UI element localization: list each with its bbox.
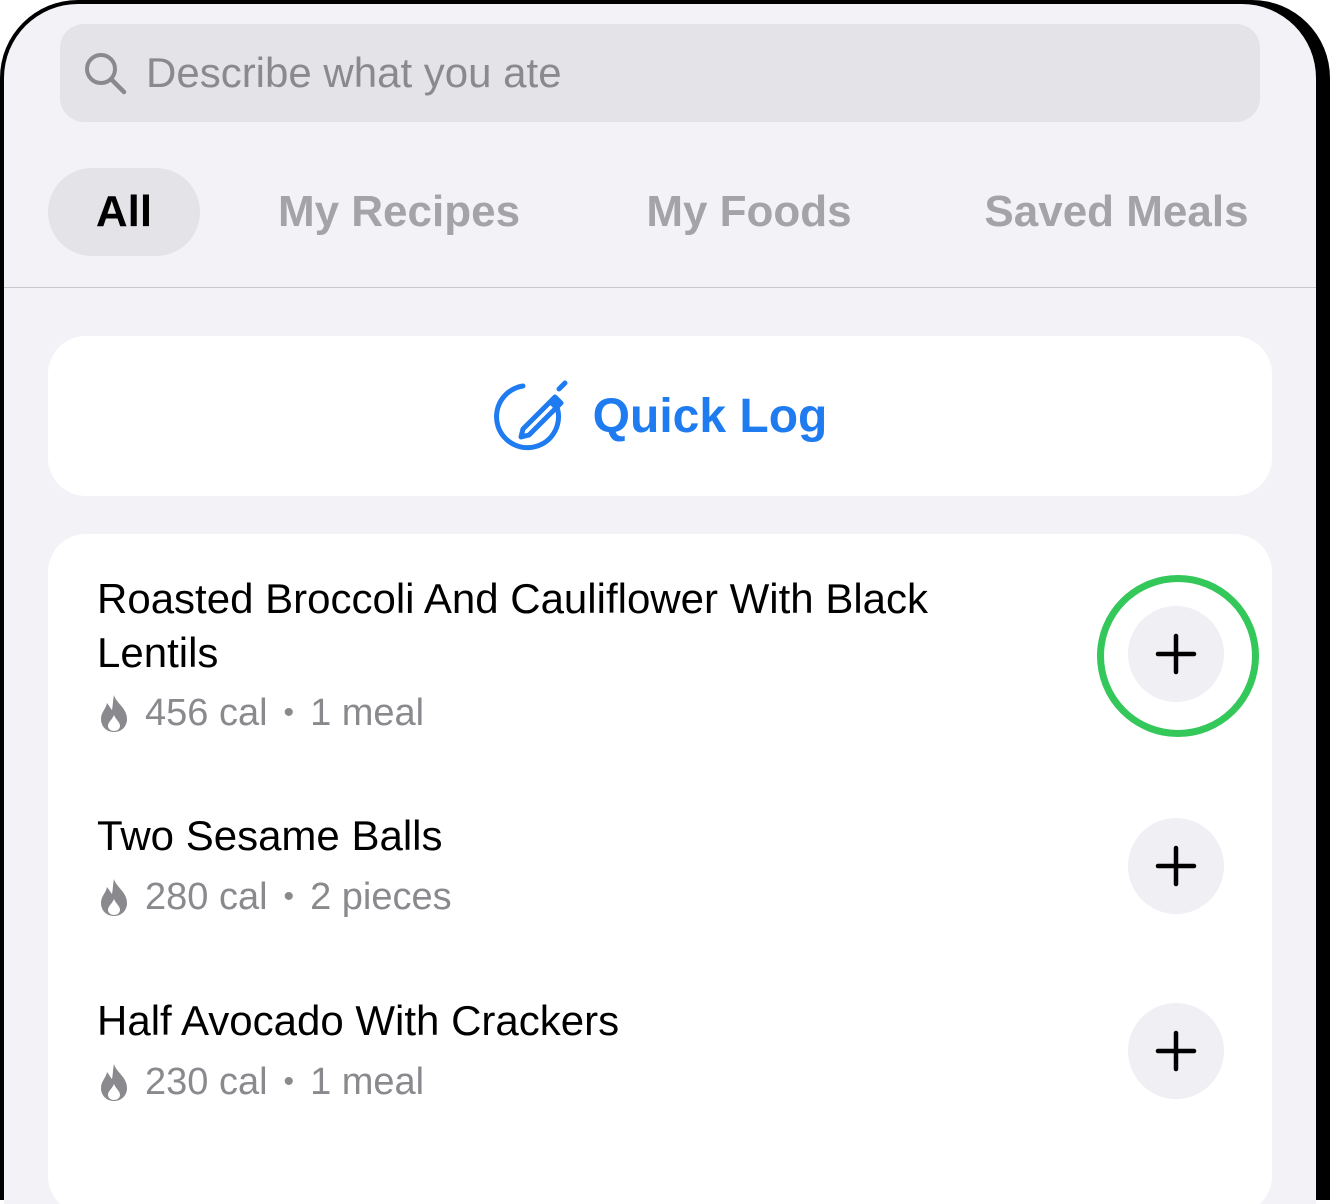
tabs-divider bbox=[4, 287, 1316, 288]
calories-value: 456 cal bbox=[145, 691, 268, 734]
food-list: Roasted Broccoli And Cauliflower With Bl… bbox=[48, 534, 1272, 1204]
food-meta: 456 cal • 1 meal bbox=[97, 688, 424, 738]
device-frame: All My Recipes My Foods Saved Meals Quic… bbox=[0, 0, 1330, 1204]
add-food-button[interactable] bbox=[1128, 606, 1224, 702]
food-meta: 280 cal • 2 pieces bbox=[97, 872, 452, 922]
meta-separator: • bbox=[283, 1065, 295, 1098]
portion-value: 1 meal bbox=[310, 1060, 425, 1103]
add-food-button[interactable] bbox=[1128, 818, 1224, 914]
quick-log-label: Quick Log bbox=[592, 389, 828, 443]
tab-my-foods[interactable]: My Foods bbox=[644, 168, 854, 256]
tab-all[interactable]: All bbox=[48, 168, 200, 256]
food-name: Roasted Broccoli And Cauliflower With Bl… bbox=[97, 575, 929, 676]
quick-log-content: Quick Log bbox=[48, 336, 1272, 496]
food-name: Two Sesame Balls bbox=[97, 812, 443, 859]
plus-icon bbox=[1155, 845, 1197, 887]
add-food-button[interactable] bbox=[1128, 1003, 1224, 1099]
plus-icon bbox=[1155, 1030, 1197, 1072]
tab-saved-meals[interactable]: Saved Meals bbox=[979, 168, 1254, 256]
pencil-circle-icon bbox=[493, 380, 568, 451]
list-item[interactable]: Half Avocado With Crackers 230 cal • 1 m… bbox=[48, 949, 1272, 1134]
filter-tabs: All My Recipes My Foods Saved Meals bbox=[4, 168, 1316, 256]
calories-value: 280 cal bbox=[145, 875, 268, 918]
meta-separator: • bbox=[283, 880, 295, 913]
tab-my-recipes[interactable]: My Recipes bbox=[274, 168, 524, 256]
list-item[interactable]: Roasted Broccoli And Cauliflower With Bl… bbox=[48, 534, 1272, 764]
screen: All My Recipes My Foods Saved Meals Quic… bbox=[4, 4, 1316, 1204]
list-item[interactable]: Two Sesame Balls 280 cal • 2 pieces bbox=[48, 764, 1272, 949]
search-icon bbox=[85, 53, 127, 95]
flame-icon bbox=[101, 695, 127, 732]
food-meta: 230 cal • 1 meal bbox=[97, 1057, 424, 1107]
calories-value: 230 cal bbox=[145, 1060, 268, 1103]
search-input[interactable] bbox=[146, 24, 1236, 122]
flame-icon bbox=[101, 879, 127, 916]
food-name: Half Avocado With Crackers bbox=[97, 997, 620, 1044]
plus-icon bbox=[1155, 633, 1197, 675]
portion-value: 1 meal bbox=[310, 691, 425, 734]
flame-icon bbox=[101, 1064, 127, 1101]
quick-log-button[interactable]: Quick Log bbox=[48, 336, 1272, 496]
portion-value: 2 pieces bbox=[310, 875, 452, 918]
meta-separator: • bbox=[283, 696, 295, 729]
search-bar[interactable] bbox=[60, 24, 1260, 122]
